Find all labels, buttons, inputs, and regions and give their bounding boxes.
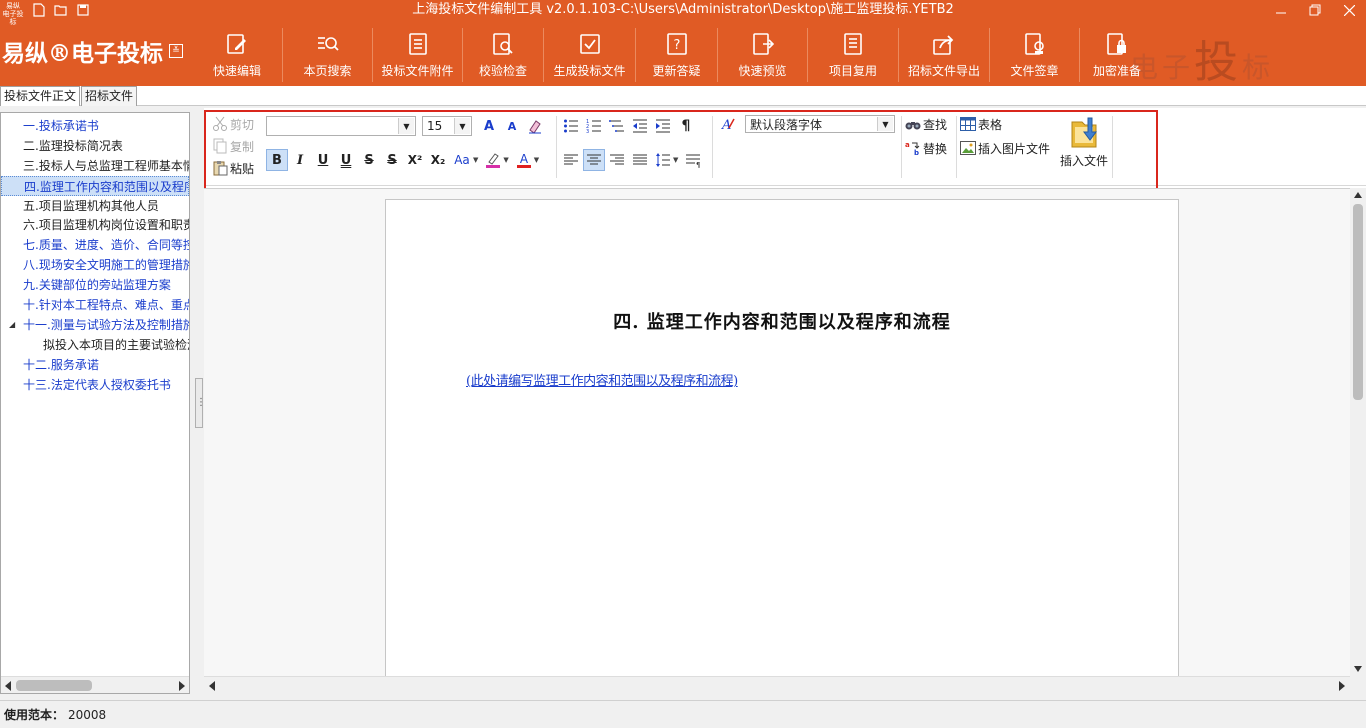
ribbon-label: 生成投标文件 (553, 64, 626, 78)
tree-item-expandable[interactable]: ◢ 十一.测量与试验方法及控制措施 (1, 315, 189, 335)
document-heading[interactable]: 四. 监理工作内容和范围以及程序和流程 (386, 308, 1178, 334)
format-toolbar: 剪切 复制 粘贴 ▼ 15 ▼ A A B I U U S S X² X₂ Aa… (204, 108, 1366, 192)
tab-bid-body[interactable]: 投标文件正文 (0, 86, 81, 106)
editor-area: 剪切 复制 粘贴 ▼ 15 ▼ A A B I U U S S X² X₂ Aa… (204, 108, 1366, 694)
document-page[interactable]: 四. 监理工作内容和范围以及程序和流程 (此处请编写监理工作内容和范围以及程序和… (385, 199, 1179, 679)
ribbon-label: 本页搜索 (303, 64, 352, 78)
scroll-left-icon[interactable] (4, 681, 12, 691)
tree-item[interactable]: 三.投标人与总监理工程师基本情况 (1, 156, 189, 176)
scroll-right-icon[interactable] (178, 681, 186, 691)
ribbon-label: 加密准备 (1092, 64, 1141, 78)
collapse-triangle-icon[interactable]: ◢ (9, 315, 15, 335)
scroll-down-icon[interactable] (1353, 665, 1363, 673)
tree-item[interactable]: 二.监理投标简况表 (1, 136, 189, 156)
toolbar-highlight-box (204, 110, 1158, 192)
preview-icon (752, 33, 774, 55)
close-button[interactable] (1332, 0, 1366, 20)
ribbon-quick-edit-button[interactable]: 快速编辑 (192, 28, 283, 82)
ribbon-project-reuse-button[interactable]: 项目复用 (808, 28, 899, 82)
tree-item[interactable]: 十二.服务承诺 (1, 355, 189, 375)
brand-name: 易纵®电子投标 (2, 40, 163, 67)
scroll-left-icon[interactable] (208, 681, 216, 691)
tree-item[interactable]: 七.质量、进度、造价、合同等控制 (1, 235, 189, 255)
minimize-button[interactable] (1264, 0, 1298, 20)
ribbon-label: 快速编辑 (212, 64, 261, 78)
brand-dropdown-icon[interactable]: ≚ (169, 44, 183, 58)
outline-tree: 一.投标承诺书 二.监理投标简况表 三.投标人与总监理工程师基本情况 四.监理工… (0, 112, 190, 694)
brand-logo: 易纵®电子投标 ≚ (2, 34, 183, 68)
attachment-doc-icon (408, 33, 427, 55)
tab-tender-file[interactable]: 招标文件 (81, 86, 138, 106)
ribbon-label: 校验检查 (478, 64, 527, 78)
tree-horizontal-scrollbar[interactable] (1, 676, 189, 693)
ribbon-update-qa-button[interactable]: ? 更新答疑 (636, 28, 718, 82)
document-canvas[interactable]: 四. 监理工作内容和范围以及程序和流程 (此处请编写监理工作内容和范围以及程序和… (204, 188, 1350, 679)
edit-icon (227, 34, 246, 54)
ribbon-label: 项目复用 (828, 64, 877, 78)
tree-item-selected[interactable]: 四.监理工作内容和范围以及程序和流程 (1, 175, 189, 196)
scroll-right-icon[interactable] (1338, 681, 1346, 691)
ribbon-verify-button[interactable]: 校验检查 (463, 28, 544, 82)
search-list-icon (317, 37, 339, 51)
ribbon-encrypt-button[interactable]: 加密准备 (1080, 28, 1154, 82)
watermark-text-2: 投 (1194, 37, 1243, 88)
ribbon-generate-bid-button[interactable]: 生成投标文件 (544, 28, 636, 82)
panel-splitter[interactable]: ⋮ (194, 112, 206, 694)
ribbon-label: 投标文件附件 (381, 64, 454, 78)
tree-item-child[interactable]: 拟投入本项目的主要试验检测设备 (1, 335, 189, 355)
window-controls (1264, 0, 1366, 20)
window-title: 上海投标文件编制工具 v2.0.1.103-C:\Users\Administr… (412, 2, 954, 17)
ribbon-bid-attachment-button[interactable]: 投标文件附件 (373, 28, 463, 82)
scroll-thumb[interactable] (16, 680, 92, 691)
tree-item[interactable]: 一.投标承诺书 (1, 116, 189, 136)
ribbon-label: 招标文件导出 (907, 64, 980, 78)
check-doc-icon (493, 33, 513, 55)
ribbon-label: 更新答疑 (652, 64, 701, 78)
qa-icon: ? (666, 33, 687, 55)
status-template-value: 20008 (68, 707, 107, 722)
lock-icon (1107, 33, 1126, 55)
reuse-icon (844, 33, 862, 55)
ribbon-label: 文件签章 (1010, 64, 1059, 78)
ribbon-label: 快速预览 (738, 64, 787, 78)
ribbon-file-sign-button[interactable]: 文件签章 (990, 28, 1080, 82)
tree-item-label: 十一.测量与试验方法及控制措施 (23, 317, 189, 332)
maximize-button[interactable] (1298, 0, 1332, 20)
ribbon-tender-export-button[interactable]: 招标文件导出 (899, 28, 990, 82)
svg-text:?: ? (673, 38, 680, 53)
watermark-text-3: 标 (1242, 51, 1275, 84)
status-bar: 使用范本： 20008 (0, 700, 1366, 728)
tree-item[interactable]: 十三.法定代表人授权委托书 (1, 375, 189, 395)
document-horizontal-scrollbar[interactable] (204, 676, 1350, 694)
title-ribbon-bar: 易纵 电子投标 上海投标文件编制工具 v2.0.1.103-C:\Users\A… (0, 0, 1366, 88)
tree-item[interactable]: 九.关键部位的旁站监理方案 (1, 275, 189, 295)
document-tabs: 投标文件正文 招标文件 (0, 86, 1366, 106)
document-vertical-scrollbar[interactable] (1350, 188, 1366, 676)
seal-icon (1024, 33, 1044, 55)
main-ribbon: 快速编辑 本页搜索 投标文件附件 校验检查 生成投标文件 ? 更新答疑 快速预览 (192, 28, 1154, 82)
ribbon-quick-preview-button[interactable]: 快速预览 (718, 28, 808, 82)
tree-item[interactable]: 六.项目监理机构岗位设置和职责 (1, 215, 189, 235)
status-label: 使用范本： (4, 708, 65, 722)
ribbon-page-search-button[interactable]: 本页搜索 (283, 28, 373, 82)
tree-item[interactable]: 八.现场安全文明施工的管理措施 (1, 255, 189, 275)
scroll-thumb[interactable] (1353, 204, 1363, 400)
splitter-grip[interactable]: ⋮ (195, 378, 206, 428)
tree-item[interactable]: 十.针对本工程特点、难点、重点 (1, 295, 189, 315)
tree-item[interactable]: 五.项目监理机构其他人员 (1, 196, 189, 216)
export-icon (933, 35, 954, 55)
document-placeholder-link[interactable]: (此处请编写监理工作内容和范围以及程序和流程) (466, 370, 738, 389)
scroll-corner (1350, 676, 1366, 694)
generate-icon (579, 34, 600, 54)
scroll-up-icon[interactable] (1353, 191, 1363, 199)
